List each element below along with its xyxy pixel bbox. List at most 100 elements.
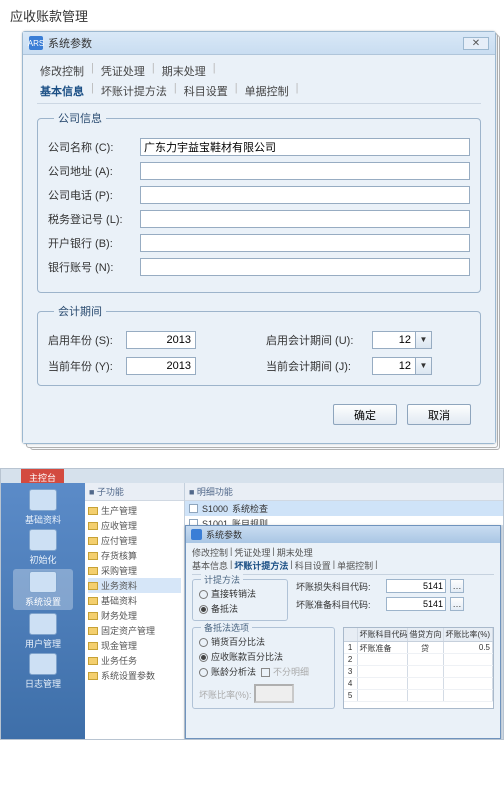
tab-period-end[interactable]: 期末处理 <box>159 62 209 80</box>
tab2-period-end[interactable]: 期末处理 <box>277 546 313 559</box>
folder-icon <box>88 567 98 575</box>
radio-icon[interactable] <box>199 605 208 614</box>
company-name-input[interactable] <box>140 138 470 156</box>
sidebar-label: 基础资料 <box>13 513 73 526</box>
tab-account-setup[interactable]: 科目设置 <box>181 82 231 100</box>
tab2-baddebt[interactable]: 坏账计提方法 <box>234 559 288 572</box>
chevron-down-icon[interactable]: ▼ <box>416 357 432 375</box>
company-addr-input[interactable] <box>140 162 470 180</box>
subfunction-panel: ■ 子功能 生产管理应收管理应付管理存货核算采购管理业务资料基础资料财务处理固定… <box>85 483 185 739</box>
sidebar-item[interactable]: 基础资料 <box>13 489 73 526</box>
sidebar-item[interactable]: 系统设置 <box>13 569 73 610</box>
sidebar-label: 初始化 <box>13 553 73 566</box>
acct-input[interactable] <box>140 258 470 276</box>
chevron-down-icon[interactable]: ▼ <box>416 331 432 349</box>
label-start-year: 启用年份 (S): <box>48 332 120 348</box>
tree-label: 现金管理 <box>101 639 137 652</box>
radio-icon[interactable] <box>199 653 208 662</box>
ok-button[interactable]: 确定 <box>333 404 397 425</box>
folder-icon <box>88 582 98 590</box>
tree-label: 存货核算 <box>101 549 137 562</box>
table-row[interactable]: 3 <box>344 666 493 678</box>
dialog-titlebar[interactable]: ARS 系统参数 ✕ <box>23 32 495 55</box>
cur-year-input[interactable] <box>126 357 196 375</box>
lookup-button[interactable]: … <box>450 597 464 611</box>
sidebar-item[interactable]: 用户管理 <box>13 613 73 650</box>
tab-baddebt-method[interactable]: 坏账计提方法 <box>98 82 170 100</box>
tree-node[interactable]: 现金管理 <box>88 638 181 653</box>
start-year-input[interactable] <box>126 331 196 349</box>
list-text: 系统检查 <box>232 502 268 515</box>
cur-period-combo[interactable]: ▼ <box>372 357 432 375</box>
group-backup-legend: 备抵法选项 <box>201 621 252 634</box>
checkbox-icon[interactable] <box>189 504 198 513</box>
tree-node[interactable]: 固定资产管理 <box>88 623 181 638</box>
tab-voucher[interactable]: 凭证处理 <box>98 62 148 80</box>
folder-icon <box>88 657 98 665</box>
tab-basic-info[interactable]: 基本信息 <box>37 82 87 100</box>
radio-icon[interactable] <box>199 668 208 677</box>
folder-icon <box>88 597 98 605</box>
group-method-legend: 计提方法 <box>201 573 243 586</box>
tab2-basic[interactable]: 基本信息 <box>192 559 228 572</box>
field-label: 坏账损失科目代码: <box>296 580 382 593</box>
sidebar-icon <box>29 613 57 635</box>
table-row[interactable]: 1坏账准备贷0.5 <box>344 642 493 654</box>
sidebar-item[interactable]: 日志管理 <box>13 653 73 690</box>
dialog2-titlebar[interactable]: 系统参数 <box>186 526 500 543</box>
cancel-button[interactable]: 取消 <box>407 404 471 425</box>
list-item[interactable]: S1000 系统检查 <box>185 501 503 516</box>
start-period-value[interactable] <box>372 331 416 349</box>
tab2-voucher[interactable]: 凭证处理 <box>234 546 270 559</box>
sidebar-icon <box>29 571 57 593</box>
table-header: 借贷方向 <box>408 628 444 641</box>
checkbox-icon[interactable] <box>261 668 270 677</box>
sidebar: 基础资料初始化系统设置用户管理日志管理 <box>1 483 85 739</box>
tab2-account[interactable]: 科目设置 <box>295 559 331 572</box>
tree-node[interactable]: 系统设置参数 <box>88 668 181 683</box>
tree-node[interactable]: 存货核算 <box>88 548 181 563</box>
tree-node[interactable]: 业务资料 <box>88 578 181 593</box>
account-code-input[interactable] <box>386 597 446 611</box>
table-row[interactable]: 2 <box>344 654 493 666</box>
label-cur-period: 当前会计期间 (J): <box>266 358 366 374</box>
tab2-bill[interactable]: 单据控制 <box>337 559 373 572</box>
close-icon[interactable]: ✕ <box>463 37 489 50</box>
tax-reg-input[interactable] <box>140 210 470 228</box>
start-period-combo[interactable]: ▼ <box>372 331 432 349</box>
bank-input[interactable] <box>140 234 470 252</box>
cur-period-value[interactable] <box>372 357 416 375</box>
tree-node[interactable]: 财务处理 <box>88 608 181 623</box>
sidebar-item[interactable]: 初始化 <box>13 529 73 566</box>
tree-node[interactable]: 基础资料 <box>88 593 181 608</box>
tree-label: 采购管理 <box>101 564 137 577</box>
tab2-modify[interactable]: 修改控制 <box>192 546 228 559</box>
tree-node[interactable]: 生产管理 <box>88 503 181 518</box>
tab-modify-ctrl[interactable]: 修改控制 <box>37 62 87 80</box>
tree-node[interactable]: 业务任务 <box>88 653 181 668</box>
radio-label: 账龄分析法 <box>211 667 256 677</box>
label-company-tel: 公司电话 (P): <box>48 187 134 203</box>
folder-icon <box>88 627 98 635</box>
tree-node[interactable]: 应付管理 <box>88 533 181 548</box>
radio-label: 应收账款百分比法 <box>211 652 283 662</box>
radio-icon[interactable] <box>199 638 208 647</box>
company-tel-input[interactable] <box>140 186 470 204</box>
table-row[interactable]: 5 <box>344 690 493 702</box>
baddebt-table[interactable]: 坏账科目代码借贷方向坏账比率(%) 1坏账准备贷0.52345 <box>343 627 494 709</box>
tab-bill-ctrl[interactable]: 单据控制 <box>242 82 292 100</box>
group-period-legend: 会计期间 <box>54 303 106 319</box>
tree-node[interactable]: 采购管理 <box>88 563 181 578</box>
table-row[interactable]: 4 <box>344 678 493 690</box>
radio-icon[interactable] <box>199 590 208 599</box>
group-company-legend: 公司信息 <box>54 110 106 126</box>
folder-icon <box>88 642 98 650</box>
account-code-input[interactable] <box>386 579 446 593</box>
dialog2-title: 系统参数 <box>206 528 242 541</box>
tree-label: 应收管理 <box>101 519 137 532</box>
table-header: 坏账科目代码 <box>358 628 408 641</box>
tree-label: 生产管理 <box>101 504 137 517</box>
tree-label: 基础资料 <box>101 594 137 607</box>
lookup-button[interactable]: … <box>450 579 464 593</box>
tree-node[interactable]: 应收管理 <box>88 518 181 533</box>
